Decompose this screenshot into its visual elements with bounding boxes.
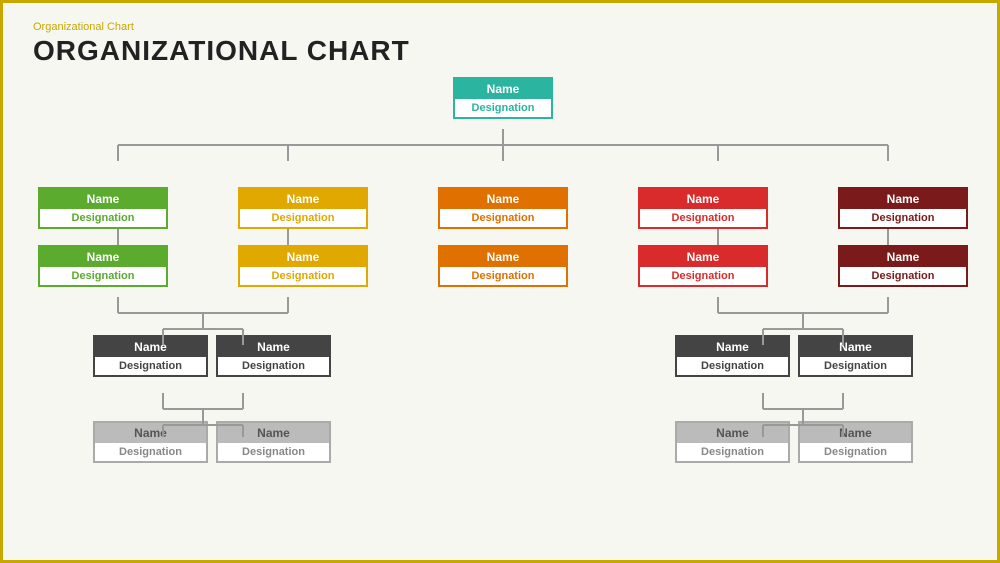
connector-spacer-0 [33,119,973,187]
connector-spacer-3 [33,377,973,421]
l2-name-4: Name [840,247,966,267]
l1-col-3: Name Designation [633,187,773,229]
l1-col-1: Name Designation [233,187,373,229]
l4-left-name-1: Name [218,423,329,443]
root-name: Name [455,79,551,99]
level2-row: Name Designation Name Designation Name D… [33,245,973,287]
l2-desig-3: Designation [640,267,766,285]
l4-right-name-1: Name [800,423,911,443]
l1-name-1: Name [240,189,366,209]
l4-left-pair: Name Designation Name Designation [93,421,331,463]
l3-left-desig-0: Designation [95,357,206,375]
l2-name-2: Name [440,247,566,267]
l1-card-1: Name Designation [238,187,368,229]
l4-left-desig-0: Designation [95,443,206,461]
l2-col-1: Name Designation [233,245,373,287]
l1-name-2: Name [440,189,566,209]
l2-desig-2: Designation [440,267,566,285]
l1-card-4: Name Designation [838,187,968,229]
l4-card-right-1: Name Designation [798,421,913,463]
l2-name-1: Name [240,247,366,267]
l3-left-pair: Name Designation Name Designation [93,335,331,377]
l1-col-0: Name Designation [33,187,173,229]
page-title: ORGANIZATIONAL CHART [33,35,967,67]
l3-card-left-1: Name Designation [216,335,331,377]
l2-col-0: Name Designation [33,245,173,287]
l4-right-name-0: Name [677,423,788,443]
l4-card-left-0: Name Designation [93,421,208,463]
l1-desig-1: Designation [240,209,366,227]
l4-card-left-1: Name Designation [216,421,331,463]
l3-left-name-0: Name [95,337,206,357]
l2-card-2: Name Designation [438,245,568,287]
l4-right-pair: Name Designation Name Designation [675,421,913,463]
l3-right-name-0: Name [677,337,788,357]
l2-col-3: Name Designation [633,245,773,287]
l1-name-4: Name [840,189,966,209]
l3-left-desig-1: Designation [218,357,329,375]
l1-col-4: Name Designation [833,187,973,229]
l3-right-name-1: Name [800,337,911,357]
l2-card-0: Name Designation [38,245,168,287]
l2-name-3: Name [640,247,766,267]
l3-right-desig-0: Designation [677,357,788,375]
l1-desig-0: Designation [40,209,166,227]
l1-desig-2: Designation [440,209,566,227]
l2-desig-0: Designation [40,267,166,285]
l3-left-name-1: Name [218,337,329,357]
l2-desig-4: Designation [840,267,966,285]
l2-col-2: Name Designation [433,245,573,287]
level3-row: Name Designation Name Designation Name D… [33,335,973,377]
l3-right-desig-1: Designation [800,357,911,375]
l2-card-1: Name Designation [238,245,368,287]
root-card: Name Designation [453,77,553,119]
l3-card-left-0: Name Designation [93,335,208,377]
l2-card-3: Name Designation [638,245,768,287]
l2-desig-1: Designation [240,267,366,285]
l2-name-0: Name [40,247,166,267]
l1-card-2: Name Designation [438,187,568,229]
l2-card-4: Name Designation [838,245,968,287]
l1-card-3: Name Designation [638,187,768,229]
subtitle: Organizational Chart [33,21,967,33]
l3-right-pair: Name Designation Name Designation [675,335,913,377]
level0-row: Name Designation [33,77,973,119]
connector-spacer-2 [33,287,973,335]
l4-left-name-0: Name [95,423,206,443]
l1-name-0: Name [40,189,166,209]
level4-row: Name Designation Name Designation Name D… [33,421,973,463]
root-designation: Designation [455,99,551,117]
l1-name-3: Name [640,189,766,209]
l1-desig-4: Designation [840,209,966,227]
org-chart: Name Designation Name Designation Name D… [33,77,973,463]
l4-right-desig-1: Designation [800,443,911,461]
connector-spacer-1 [33,229,973,245]
page: Organizational Chart ORGANIZATIONAL CHAR… [3,3,997,560]
l3-card-right-1: Name Designation [798,335,913,377]
l4-right-desig-0: Designation [677,443,788,461]
l1-col-2: Name Designation [433,187,573,229]
l4-left-desig-1: Designation [218,443,329,461]
l1-desig-3: Designation [640,209,766,227]
l1-card-0: Name Designation [38,187,168,229]
l2-col-4: Name Designation [833,245,973,287]
l3-card-right-0: Name Designation [675,335,790,377]
level1-row: Name Designation Name Designation Name D… [33,187,973,229]
l4-card-right-0: Name Designation [675,421,790,463]
